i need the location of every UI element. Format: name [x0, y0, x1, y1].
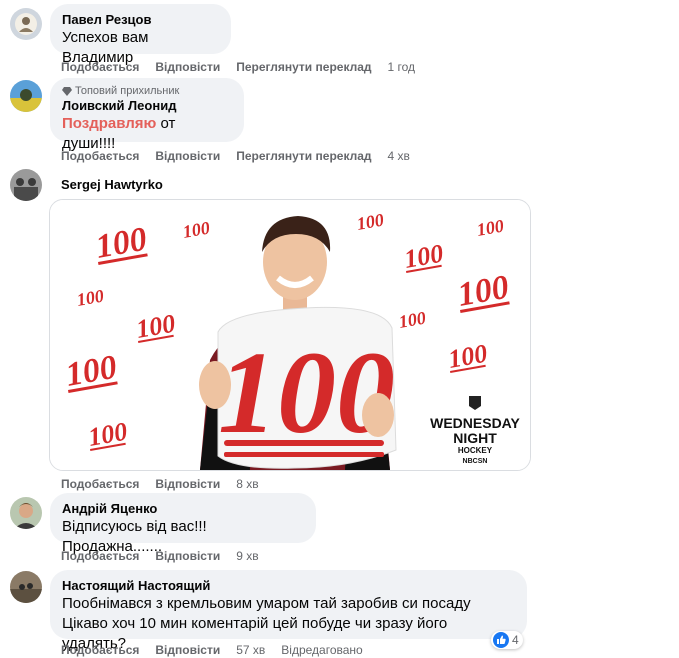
like-action[interactable]: Подобається: [61, 59, 139, 75]
diamond-icon: [62, 87, 72, 96]
reply-action[interactable]: Відповісти: [155, 148, 220, 164]
avatar[interactable]: [10, 497, 42, 529]
comment-actions: Подобається Відповісти Переглянути перек…: [61, 59, 415, 75]
comment-time[interactable]: 8 хв: [236, 476, 258, 492]
comment-time[interactable]: 1 год: [388, 59, 416, 75]
avatar[interactable]: [10, 571, 42, 603]
logo-line2: NIGHT: [453, 430, 497, 446]
logo-line1: WEDNESDAY: [430, 415, 520, 431]
comment-bubble: Павел Резцов Успехов вам Владимир: [50, 4, 231, 66]
reply-action[interactable]: Відповісти: [155, 59, 220, 75]
reaction-count[interactable]: 4: [491, 631, 523, 649]
like-action[interactable]: Подобається: [61, 548, 139, 564]
comment-author[interactable]: Павел Резцов: [62, 12, 219, 28]
comment-time[interactable]: 9 хв: [236, 548, 258, 564]
badge-label: Топовий прихильник: [75, 85, 180, 97]
comment-actions: Подобається Відповісти 8 хв: [61, 476, 259, 492]
see-translation-action[interactable]: Переглянути переклад: [236, 148, 371, 164]
like-action[interactable]: Подобається: [61, 642, 139, 658]
reply-action[interactable]: Відповісти: [155, 476, 220, 492]
see-translation-action[interactable]: Переглянути переклад: [236, 59, 371, 75]
logo-line4: NBCSN: [463, 458, 488, 465]
like-action[interactable]: Подобається: [61, 476, 139, 492]
comment-bubble: Топовий прихильник Лоивский Леонид Поздр…: [50, 78, 244, 152]
comment-author[interactable]: Лоивский Леонид: [62, 98, 232, 114]
gif-sticker[interactable]: 100 100 100 100 100 100 100 100 100 100 …: [49, 199, 531, 471]
reply-action[interactable]: Відповісти: [155, 642, 220, 658]
like-action[interactable]: Подобається: [61, 148, 139, 164]
edited-label[interactable]: Відредаговано: [281, 642, 362, 658]
comment-author[interactable]: Андрій Яценко: [62, 501, 304, 517]
comment-bubble: Настоящий Настоящий Пообнімався з кремль…: [50, 570, 527, 652]
reaction-number: 4: [512, 633, 519, 647]
comment-bubble: Андрій Яценко Відписуюсь від вас!!! Прод…: [50, 493, 316, 555]
comment-author[interactable]: Настоящий Настоящий: [62, 578, 515, 594]
comment-actions: Подобається Відповісти 57 хв Відредагова…: [61, 642, 363, 658]
top-fan-badge: Топовий прихильник: [62, 84, 232, 98]
highlighted-word: Поздравляю: [62, 115, 157, 132]
comment-time[interactable]: 57 хв: [236, 642, 265, 658]
reply-action[interactable]: Відповісти: [155, 548, 220, 564]
avatar[interactable]: [10, 80, 42, 112]
avatar[interactable]: [10, 169, 42, 201]
comment-text-line1: Пообнімався з кремльовим умаром тай заро…: [62, 595, 471, 612]
avatar[interactable]: [10, 8, 42, 40]
like-icon: [493, 632, 509, 648]
sticker-big-100: 100: [218, 327, 395, 458]
comment-actions: Подобається Відповісти 9 хв: [61, 548, 259, 564]
logo-line3: HOCKEY: [458, 446, 493, 455]
comment-actions: Подобається Відповісти Переглянути перек…: [61, 148, 410, 164]
comment-author[interactable]: Sergej Hawtyrko: [61, 177, 163, 192]
comment-time[interactable]: 4 хв: [388, 148, 410, 164]
